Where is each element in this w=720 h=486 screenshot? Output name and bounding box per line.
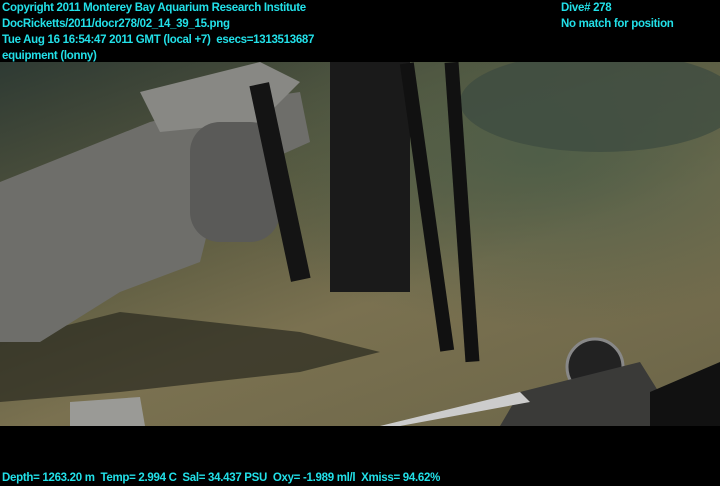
overlay-top-right: Dive# 278 No match for position bbox=[561, 0, 674, 32]
tray-edge bbox=[70, 397, 145, 426]
seafloor-image bbox=[0, 52, 720, 426]
copyright-line: Copyright 2011 Monterey Bay Aquarium Res… bbox=[2, 2, 306, 14]
video-frame: Copyright 2011 Monterey Bay Aquarium Res… bbox=[0, 0, 720, 486]
scene-drawing bbox=[0, 52, 720, 426]
vehicle-edge bbox=[650, 362, 720, 426]
file-path-line: DocRicketts/2011/docr278/02_14_39_15.png bbox=[2, 18, 230, 30]
sampler-frame bbox=[330, 62, 410, 292]
overlay-top-left: Copyright 2011 Monterey Bay Aquarium Res… bbox=[2, 0, 314, 64]
timestamp-line: Tue Aug 16 16:54:47 2011 GMT (local +7) … bbox=[2, 34, 315, 46]
overlay-sensor-readout: Depth= 1263.20 m Temp= 2.994 C Sal= 34.4… bbox=[2, 472, 440, 484]
position-status: No match for position bbox=[561, 18, 674, 30]
seafloor-shadow bbox=[460, 52, 720, 152]
dive-number: Dive# 278 bbox=[561, 2, 612, 14]
